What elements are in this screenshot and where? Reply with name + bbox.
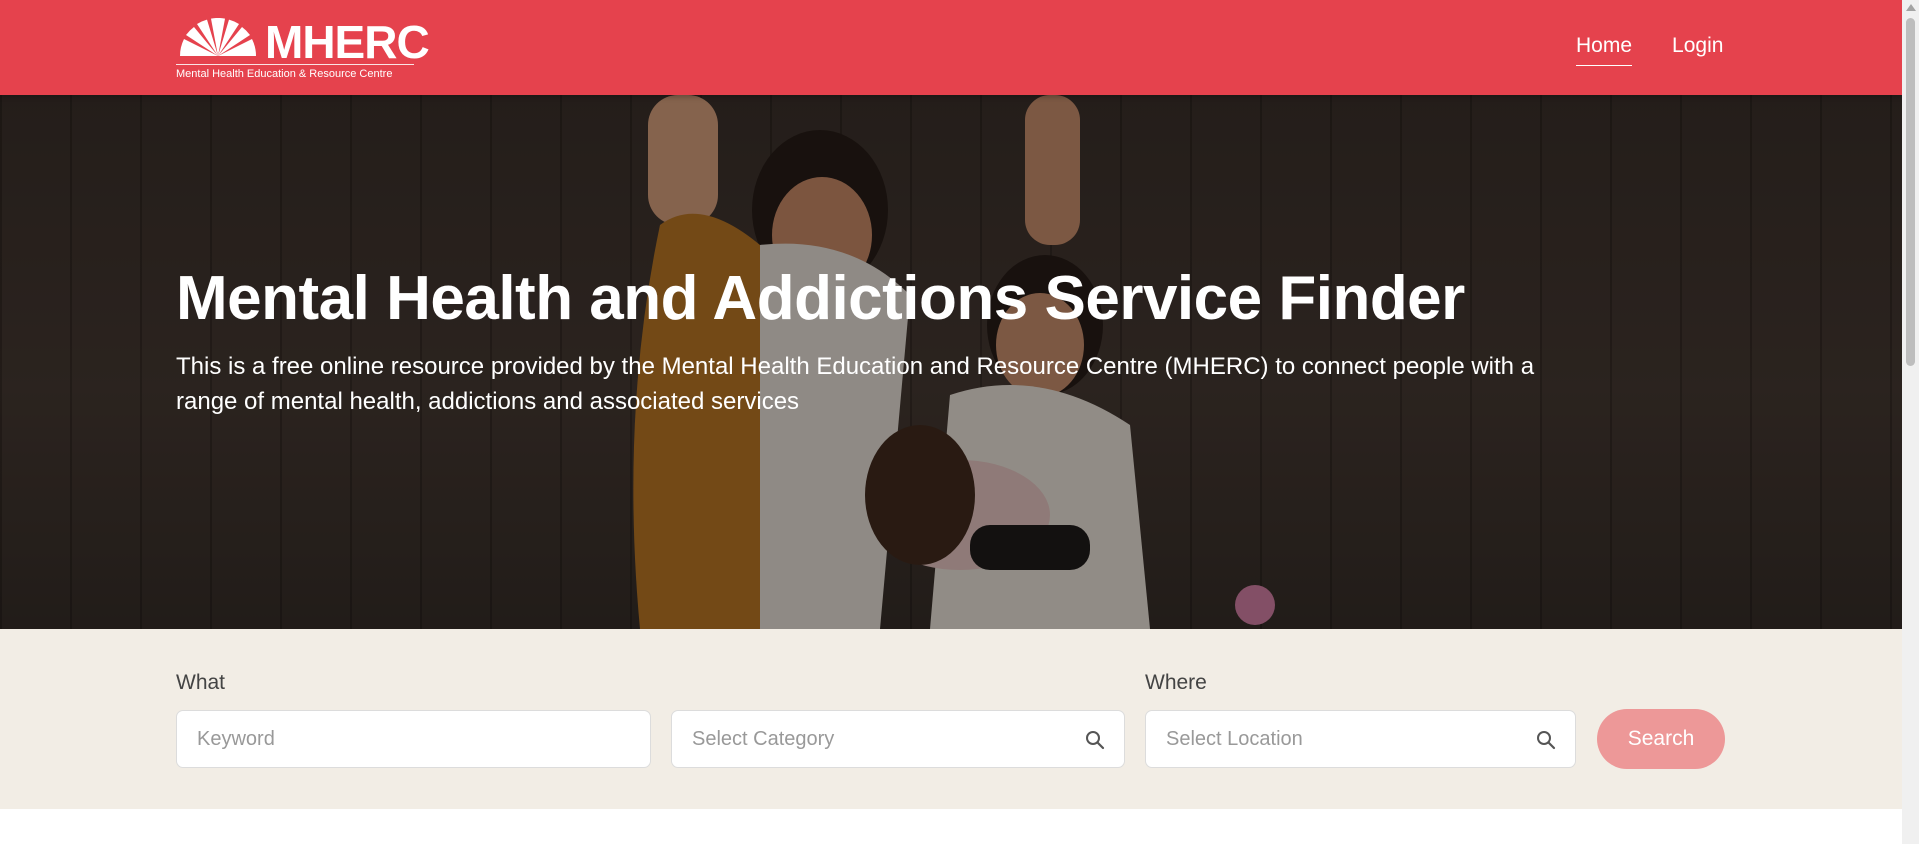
- logo-wordmark: MHERC: [265, 16, 430, 68]
- scrollbar-thumb[interactable]: [1906, 18, 1915, 366]
- search-icon: [1537, 731, 1556, 750]
- category-select-placeholder: Select Category: [692, 727, 835, 750]
- what-label: What: [176, 671, 226, 694]
- mherc-logo[interactable]: MHERC Mental Health Education & Resource…: [176, 16, 430, 82]
- hero-banner: Mental Health and Addictions Service Fin…: [0, 95, 1902, 629]
- search-button[interactable]: Search: [1597, 709, 1725, 769]
- keyword-input[interactable]: [176, 710, 651, 768]
- main-nav: Home Login: [1576, 33, 1723, 66]
- scroll-up-arrow-icon[interactable]: [1906, 4, 1916, 11]
- page: MHERC Mental Health Education & Resource…: [0, 0, 1902, 844]
- logo-tagline: Mental Health Education & Resource Centr…: [176, 68, 393, 80]
- location-select[interactable]: Select Location: [1145, 710, 1576, 768]
- where-label: Where: [1145, 671, 1207, 694]
- hero-description: This is a free online resource provided …: [176, 353, 1535, 415]
- logo-divider: [176, 64, 414, 65]
- nav-login-link[interactable]: Login: [1672, 33, 1723, 66]
- category-select[interactable]: Select Category: [671, 710, 1125, 768]
- page-title: Mental Health and Addictions Service Fin…: [176, 264, 1465, 333]
- search-panel: What Where Select Category Select Locati…: [0, 629, 1902, 809]
- nav-home-link[interactable]: Home: [1576, 33, 1633, 66]
- search-icon: [1086, 731, 1105, 750]
- site-header: MHERC Mental Health Education & Resource…: [0, 0, 1902, 95]
- fan-logo-icon: [179, 18, 256, 57]
- vertical-scrollbar[interactable]: [1902, 0, 1919, 844]
- page-content-area: [0, 809, 1902, 844]
- location-select-placeholder: Select Location: [1166, 727, 1303, 750]
